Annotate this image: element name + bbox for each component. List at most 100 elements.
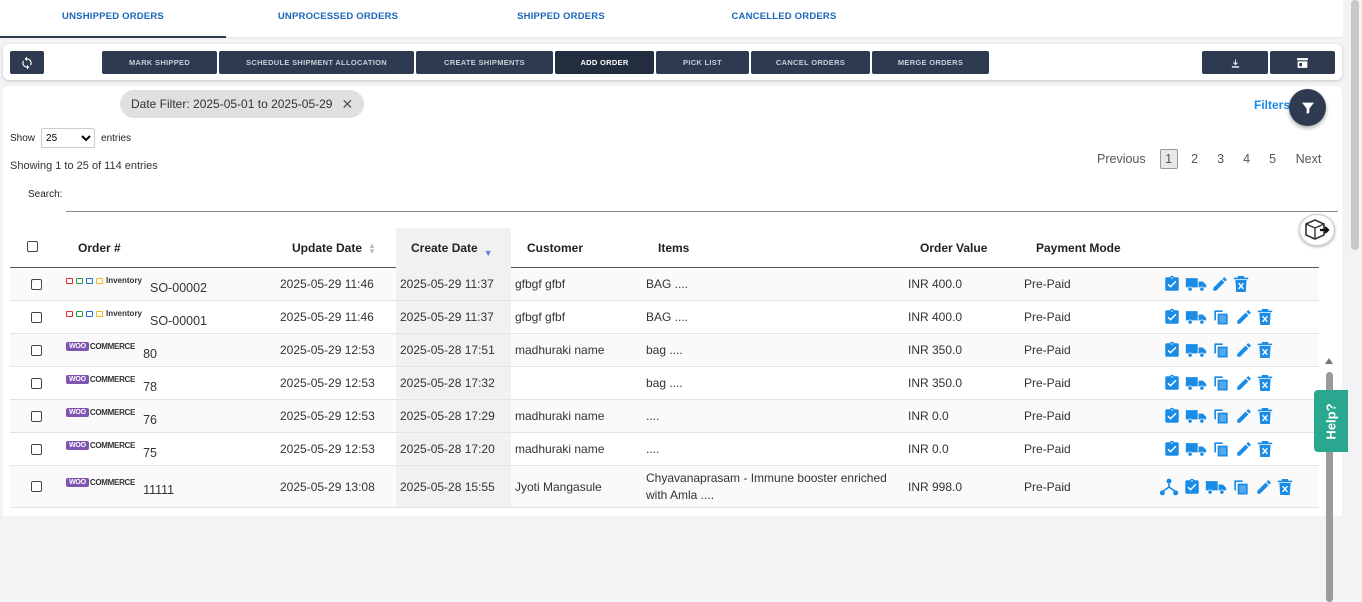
cancel-orders-button[interactable]: CANCEL ORDERS (751, 51, 870, 74)
filter-button[interactable] (1289, 89, 1326, 126)
delete-icon[interactable] (1257, 440, 1273, 458)
search-input[interactable] (69, 192, 1269, 210)
order-number[interactable]: SO-00001 (150, 314, 207, 328)
truck-icon[interactable] (1185, 275, 1207, 293)
delete-icon[interactable] (1257, 341, 1273, 359)
edit-icon[interactable] (1235, 440, 1253, 458)
header-order-value[interactable]: Order Value (920, 228, 1030, 268)
truck-icon[interactable] (1185, 374, 1207, 392)
row-checkbox[interactable] (31, 410, 42, 422)
help-button[interactable]: Help? (1314, 390, 1348, 452)
row-checkbox[interactable] (31, 481, 42, 492)
row-actions (1159, 466, 1293, 507)
header-customer[interactable]: Customer (527, 228, 637, 268)
order-number[interactable]: 75 (143, 446, 157, 460)
pick-list-button[interactable]: PICK LIST (656, 51, 749, 74)
order-value-cell: INR 0.0 (908, 409, 949, 423)
filters-label[interactable]: Filters (1254, 98, 1290, 112)
approve-clipboard-icon[interactable] (1163, 341, 1181, 359)
refresh-button[interactable] (10, 51, 44, 74)
truck-icon[interactable] (1185, 308, 1207, 326)
order-number[interactable]: 78 (143, 380, 157, 394)
table-row[interactable]: WOO COMMERCE 75 2025-05-29 12:53 2025-05-28 … (10, 433, 1319, 466)
row-checkbox[interactable] (31, 344, 42, 356)
tab-unprocessed-orders[interactable]: UNPROCESSED ORDERS (226, 0, 450, 38)
header-create-date[interactable]: Create Date ▼ (396, 228, 511, 268)
delete-icon[interactable] (1257, 407, 1273, 425)
row-checkbox[interactable] (31, 377, 42, 389)
order-value-cell: INR 998.0 (908, 479, 963, 494)
truck-icon[interactable] (1185, 440, 1207, 458)
date-filter-chip[interactable]: Date Filter: 2025-05-01 to 2025-05-29 ✕ (120, 90, 365, 118)
tab-unshipped-orders[interactable]: UNSHIPPED ORDERS (0, 0, 226, 38)
create-shipments-button[interactable]: CREATE SHIPMENTS (416, 51, 553, 74)
edit-icon[interactable] (1235, 407, 1253, 425)
header-items[interactable]: Items (658, 228, 908, 268)
row-checkbox[interactable] (31, 311, 42, 323)
delete-icon[interactable] (1233, 275, 1249, 293)
table-row[interactable]: WOO COMMERCE 78 2025-05-29 12:53 2025-05-28 … (10, 367, 1319, 400)
delete-icon[interactable] (1277, 478, 1293, 496)
copy-icon[interactable] (1211, 406, 1231, 426)
truck-icon[interactable] (1205, 478, 1227, 496)
delete-icon[interactable] (1257, 308, 1273, 326)
add-order-button[interactable]: ADD ORDER (555, 51, 654, 74)
order-number[interactable]: 80 (143, 347, 157, 361)
row-checkbox[interactable] (31, 443, 42, 455)
table-row[interactable]: Inventory SO-00002 2025-05-29 11:46 2025-05… (10, 268, 1319, 301)
store-button[interactable] (1270, 51, 1335, 74)
pagination-page[interactable]: 5 (1264, 152, 1282, 166)
edit-icon[interactable] (1255, 478, 1273, 496)
pagination-next[interactable]: Next (1296, 152, 1322, 166)
header-order[interactable]: Order # (78, 228, 278, 268)
select-all-checkbox[interactable] (27, 241, 38, 252)
pagination-page[interactable]: 1 (1159, 149, 1178, 169)
pagination-page[interactable]: 3 (1212, 152, 1230, 166)
download-button[interactable] (1202, 51, 1268, 74)
tab-shipped-orders[interactable]: SHIPPED ORDERS (450, 0, 672, 38)
approve-clipboard-icon[interactable] (1163, 308, 1181, 326)
row-checkbox[interactable] (31, 278, 42, 290)
table-row[interactable]: Inventory SO-00001 2025-05-29 11:46 2025-05… (10, 301, 1319, 334)
approve-clipboard-icon[interactable] (1163, 275, 1181, 293)
approve-clipboard-icon[interactable] (1183, 478, 1201, 496)
approve-clipboard-icon[interactable] (1163, 407, 1181, 425)
schedule-shipment-allocation-button[interactable]: SCHEDULE SHIPMENT ALLOCATION (219, 51, 414, 74)
header-payment-mode[interactable]: Payment Mode (1036, 228, 1156, 268)
table-row[interactable]: WOO COMMERCE 80 2025-05-29 12:53 2025-05-28 … (10, 334, 1319, 367)
customer-cell (515, 367, 640, 399)
truck-icon[interactable] (1185, 407, 1207, 425)
copy-icon[interactable] (1211, 373, 1231, 393)
copy-icon[interactable] (1211, 307, 1231, 327)
header-update-date[interactable]: Update Date ▲ ▼ (276, 228, 396, 268)
close-icon[interactable]: ✕ (341, 90, 353, 118)
page-scrollbar[interactable] (1349, 0, 1362, 250)
delete-icon[interactable] (1257, 374, 1273, 392)
approve-clipboard-icon[interactable] (1163, 440, 1181, 458)
table-row[interactable]: WOO COMMERCE 11111 2025-05-29 13:08 2025-05-… (10, 466, 1319, 508)
scroll-up-arrow[interactable] (1325, 358, 1333, 364)
copy-icon[interactable] (1211, 439, 1231, 459)
edit-icon[interactable] (1235, 374, 1253, 392)
copy-icon[interactable] (1211, 340, 1231, 360)
table-row[interactable]: WOO COMMERCE 76 2025-05-29 12:53 2025-05-28 … (10, 400, 1319, 433)
edit-icon[interactable] (1235, 341, 1253, 359)
pagination-previous[interactable]: Previous (1097, 152, 1146, 166)
tab-cancelled-orders[interactable]: CANCELLED ORDERS (672, 0, 896, 38)
order-number[interactable]: SO-00002 (150, 281, 207, 295)
copy-icon[interactable] (1231, 477, 1251, 497)
edit-icon[interactable] (1211, 275, 1229, 293)
create-date-cell: 2025-05-28 17:29 (396, 400, 511, 432)
approve-clipboard-icon[interactable] (1163, 374, 1181, 392)
pagination-page[interactable]: 2 (1186, 152, 1204, 166)
edit-icon[interactable] (1235, 308, 1253, 326)
update-date-cell: 2025-05-29 12:53 (280, 409, 375, 423)
truck-icon[interactable] (1185, 341, 1207, 359)
order-number[interactable]: 11111 (143, 483, 174, 497)
pagination-page[interactable]: 4 (1238, 152, 1256, 166)
merge-orders-button[interactable]: MERGE ORDERS (872, 51, 989, 74)
split-icon[interactable] (1159, 477, 1179, 497)
page-length-select[interactable]: 25 (41, 128, 96, 148)
mark-shipped-button[interactable]: MARK SHIPPED (102, 51, 217, 74)
order-number[interactable]: 76 (143, 413, 157, 427)
